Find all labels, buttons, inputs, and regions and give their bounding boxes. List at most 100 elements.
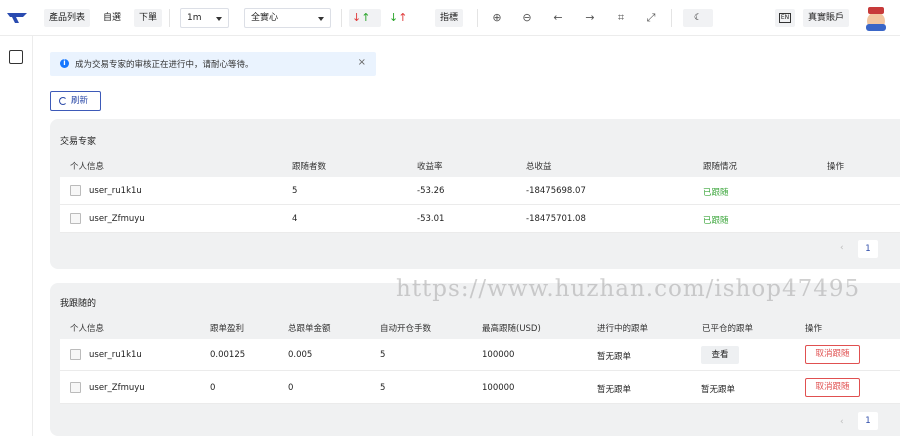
table-row[interactable]: user_ru1k1u 5 -53.26 -18475698.07 已跟随 [60,177,900,205]
followers-count: 5 [292,186,298,196]
market-value: 全實心 [251,13,279,23]
unfollow-button[interactable]: 取消跟随 [805,378,860,397]
account-type-button[interactable]: 真實賬戶 [803,9,850,27]
in-progress-orders: 暂无跟单 [597,352,632,362]
product-list-button[interactable]: 產品列表 [44,9,91,27]
page-button-1[interactable]: 1 [858,412,878,430]
table-row[interactable]: user_Zfmuyu 4 -53.01 -18475701.08 已跟随 [60,205,900,233]
top-toolbar: 產品列表 自選 下單 1m 全實心 ↓↑ ↓↑ 指標 ⊕ ⊖ ← → ⌗ ⤢ ☾… [0,0,900,36]
follow-status: 已跟随 [703,188,729,198]
refresh-icon [59,97,67,105]
column-header: 进行中的跟单 [597,324,649,334]
sort-down-up-button[interactable]: ↓↑ [349,9,381,27]
interval-select[interactable]: 1m [180,8,229,28]
column-header: 跟随情况 [703,162,738,172]
chevron-down-icon [318,17,324,21]
toolbar-divider [169,9,170,27]
toolbar-divider [477,9,478,27]
column-header: 最高跟随(USD) [482,324,541,334]
experts-panel-title: 交易专家 [60,137,97,147]
moon-icon: ☾ [693,13,703,23]
chevron-left-icon[interactable]: ‹ [840,417,844,427]
table-row[interactable]: user_ru1k1u 0.00125 0.005 5 100000 暂无跟单 … [60,339,900,371]
in-progress-orders: 暂无跟单 [597,385,632,395]
following-table-header: 个人信息 跟单盈利 总跟单金额 自动开仓手数 最高跟随(USD) 进行中的跟单 … [60,315,900,339]
arrow-up-green-icon: ↑ [361,11,371,24]
fullscreen-icon[interactable]: ⤢ [644,11,658,25]
following-table: 个人信息 跟单盈利 总跟单金额 自动开仓手数 最高跟随(USD) 进行中的跟单 … [60,315,900,404]
language-icon: EN [778,13,792,23]
column-header: 总跟单金额 [288,324,331,334]
user-avatar-icon [70,213,81,224]
column-header: 收益率 [417,162,443,172]
user-name: user_Zfmuyu [89,214,145,224]
closed-orders: 暂无跟单 [701,385,736,395]
column-header: 操作 [827,162,845,172]
column-header: 已平仓的跟单 [702,324,754,334]
language-button[interactable]: EN [775,9,795,27]
left-rail [0,36,33,436]
column-header: 总收益 [526,162,552,172]
close-icon[interactable]: × [358,57,366,68]
experts-table: 个人信息 跟随者数 收益率 总收益 跟随情况 操作 user_ru1k1u 5 … [60,153,900,233]
arrow-right-icon[interactable]: → [583,11,597,25]
column-header: 操作 [805,324,823,334]
total-follow-amount: 0 [288,383,294,393]
arrow-down-red-icon: ↓ [352,11,362,24]
user-avatar-icon [70,349,81,360]
indicators-button[interactable]: 指標 [435,9,464,27]
arrow-left-icon[interactable]: ← [551,11,565,25]
max-follow-usd: 100000 [482,350,515,360]
follow-profit: 0 [210,383,216,393]
auto-open-lots: 5 [380,383,386,393]
interval-value: 1m [187,13,202,23]
view-closed-orders-button[interactable]: 查看 [701,346,739,364]
dark-mode-button[interactable]: ☾ [683,9,713,27]
column-header: 跟单盈利 [210,324,245,334]
return-rate: -53.01 [417,214,445,224]
user-name: user_Zfmuyu [89,383,145,393]
auto-open-lots: 5 [380,350,386,360]
toolbar-divider [671,9,672,27]
followers-count: 4 [292,214,298,224]
column-header: 个人信息 [70,324,105,334]
sort-down-up-alt-button[interactable]: ↓↑ [386,9,418,27]
arrow-up-red-icon: ↑ [398,11,408,24]
follow-status: 已跟随 [703,216,729,226]
column-header: 跟随者数 [292,162,327,172]
max-follow-usd: 100000 [482,383,515,393]
user-avatar-icon [70,185,81,196]
market-select[interactable]: 全實心 [244,8,331,28]
arrow-down-green-icon: ↓ [389,11,399,24]
unfollow-button[interactable]: 取消跟随 [805,345,860,364]
total-profit: -18475698.07 [526,186,586,196]
user-avatar-icon [70,382,81,393]
following-panel: 我跟随的 个人信息 跟单盈利 总跟单金额 自动开仓手数 最高跟随(USD) 进行… [50,283,900,436]
column-header: 个人信息 [70,162,105,172]
chevron-down-icon [216,17,222,21]
following-panel-title: 我跟随的 [60,299,97,309]
app-logo-icon[interactable] [6,11,28,25]
info-icon: i [60,59,69,68]
experts-table-header: 个人信息 跟随者数 收益率 总收益 跟随情况 操作 [60,153,900,177]
chevron-left-icon[interactable]: ‹ [840,243,844,253]
page-button-1[interactable]: 1 [858,240,878,258]
watchlist-button[interactable]: 自選 [103,9,121,27]
return-rate: -53.26 [417,186,445,196]
refresh-label: 刷新 [71,96,89,106]
refresh-button[interactable]: 刷新 [50,91,101,111]
experts-panel: 交易专家 个人信息 跟随者数 收益率 总收益 跟随情况 操作 user_ru1k… [50,119,900,269]
follow-profit: 0.00125 [210,350,246,360]
review-alert: i 成为交易专家的审核正在进行中，请耐心等待。 × [50,52,376,76]
user-avatar[interactable] [862,4,890,32]
zoom-in-icon[interactable]: ⊕ [490,11,504,25]
total-follow-amount: 0.005 [288,350,313,360]
portrait-icon[interactable] [9,50,23,64]
order-button[interactable]: 下單 [134,9,163,27]
user-name: user_ru1k1u [89,350,142,360]
crop-icon[interactable]: ⌗ [614,11,628,25]
table-row[interactable]: user_Zfmuyu 0 0 5 100000 暂无跟单 暂无跟单 取消跟随 [60,372,900,404]
zoom-out-icon[interactable]: ⊖ [520,11,534,25]
watermark-text: https://www.huzhan.com/ishop47495 [396,276,861,302]
total-profit: -18475701.08 [526,214,586,224]
